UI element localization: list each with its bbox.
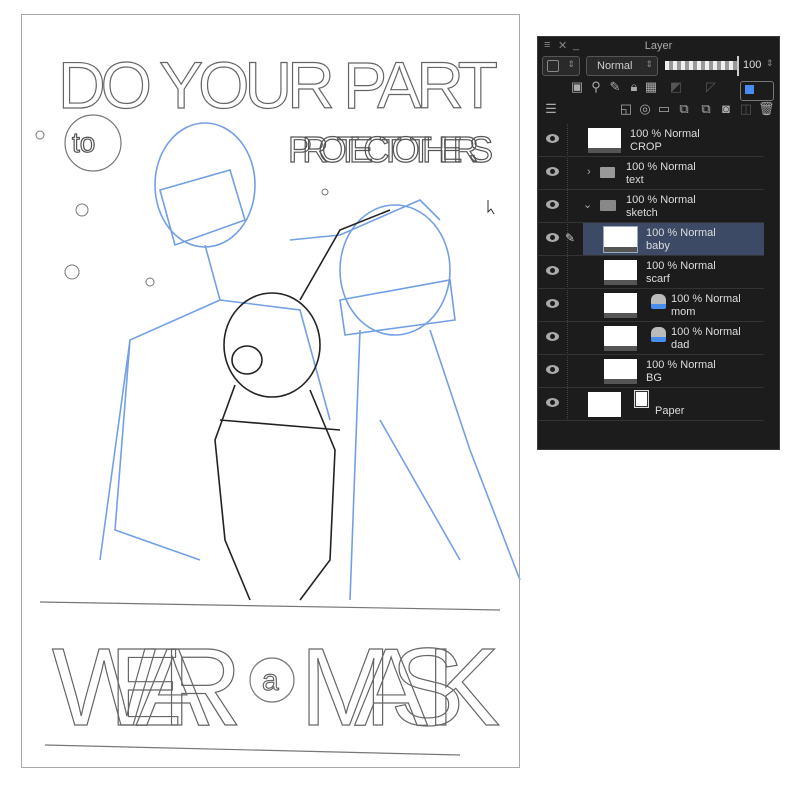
visibility-eye-icon[interactable] xyxy=(546,200,559,209)
opacity-value[interactable]: 100 xyxy=(743,59,761,71)
layer-name: CROP xyxy=(630,141,662,153)
layer-thumbnail xyxy=(604,359,637,384)
layer-row-crop[interactable]: 100 % Normal CROP xyxy=(538,124,764,157)
mask-disable-icon[interactable]: ◩ xyxy=(668,79,684,95)
visibility-eye-icon[interactable] xyxy=(546,299,559,308)
clip-layer-icon[interactable]: ▣ xyxy=(569,79,585,95)
panel-title: Layer xyxy=(644,40,673,52)
vector-layer-icon xyxy=(651,327,666,342)
folder-icon xyxy=(600,167,615,178)
visibility-eye-icon[interactable] xyxy=(546,134,559,143)
layer-info: 100 % Normal xyxy=(630,128,700,140)
layer-row-baby[interactable]: ✎ 100 % Normal baby xyxy=(538,223,764,256)
layer-name: text xyxy=(626,174,644,186)
new-vector-layer-icon[interactable]: ◎ xyxy=(637,101,653,117)
layer-row-dad[interactable]: 100 % Normal dad xyxy=(538,322,764,355)
layer-thumbnail xyxy=(588,128,621,153)
lock-icon[interactable]: 🔒︎ xyxy=(626,79,642,95)
layer-info: 100 % Normal xyxy=(671,326,741,338)
visibility-eye-icon[interactable] xyxy=(546,233,559,242)
visibility-eye-icon[interactable] xyxy=(546,332,559,341)
visibility-eye-icon[interactable] xyxy=(546,398,559,407)
layer-panel: ≡ ✕ _ Layer ⇕ Normal ⇕ 100 ⇕ ▣ ⚲ ✎ 🔒︎ ▦ ◩… xyxy=(537,36,780,450)
chevron-down-icon[interactable]: ⌄ xyxy=(583,199,592,212)
layer-name: mom xyxy=(671,306,696,318)
layer-info: 100 % Normal xyxy=(646,260,716,272)
transfer-down-icon[interactable]: ⧉ xyxy=(676,101,692,117)
visibility-eye-icon[interactable] xyxy=(546,167,559,176)
ruler-disable-icon[interactable]: ◸ xyxy=(703,79,719,95)
layer-name: scarf xyxy=(646,273,670,285)
layer-info: 100 % Normal xyxy=(626,161,696,173)
layer-info: 100 % Normal xyxy=(626,194,696,206)
layer-name: sketch xyxy=(626,207,658,219)
layer-name: dad xyxy=(671,339,690,351)
blend-mode-select[interactable]: Normal ⇕ xyxy=(586,56,658,76)
delete-layer-icon[interactable]: 🗑︎ xyxy=(758,101,775,117)
paper-layer-icon xyxy=(634,390,649,408)
new-raster-layer-icon[interactable]: ◱ xyxy=(618,101,634,117)
layer-thumbnail xyxy=(588,392,621,417)
layer-properties-icon[interactable]: ☰ xyxy=(543,101,559,117)
visibility-eye-icon[interactable] xyxy=(546,365,559,374)
paper-border xyxy=(21,14,520,768)
new-folder-icon[interactable]: ▭ xyxy=(656,101,672,117)
open-folder-icon xyxy=(600,200,616,211)
vector-layer-icon xyxy=(651,294,666,309)
layer-info: 100 % Normal xyxy=(646,359,716,371)
layer-row-mom[interactable]: 100 % Normal mom xyxy=(538,289,764,322)
layer-thumbnail xyxy=(604,326,637,351)
lock-transparency-icon[interactable]: ▦ xyxy=(643,79,659,95)
layer-row-sketch-folder[interactable]: ⌄ 100 % Normal sketch xyxy=(538,190,764,223)
opacity-slider-handle[interactable] xyxy=(737,56,739,76)
merge-down-icon[interactable]: ⧉ xyxy=(698,101,714,117)
layer-thumbnail xyxy=(603,226,638,253)
layer-row-paper[interactable]: Paper xyxy=(538,388,764,421)
layer-name: baby xyxy=(646,240,670,252)
layer-mask-icon[interactable]: ◙ xyxy=(718,101,734,117)
layer-color-button[interactable] xyxy=(740,81,774,101)
visibility-eye-icon[interactable] xyxy=(546,266,559,275)
panel-titlebar[interactable]: ≡ ✕ _ Layer xyxy=(538,37,779,55)
reference-layer-icon[interactable]: ⚲ xyxy=(588,79,604,95)
opacity-slider[interactable] xyxy=(665,61,737,70)
layer-row-text-folder[interactable]: › 100 % Normal text xyxy=(538,157,764,190)
blend-mode-value: Normal xyxy=(597,60,633,72)
draft-layer-icon[interactable]: ✎ xyxy=(607,79,623,95)
layer-name: BG xyxy=(646,372,662,384)
layer-info: 100 % Normal xyxy=(646,227,716,239)
pencil-edit-icon: ✎ xyxy=(565,231,576,245)
layer-thumbnail xyxy=(604,293,637,318)
layer-name: Paper xyxy=(655,405,685,417)
apply-mask-icon[interactable]: ◫ xyxy=(738,101,754,117)
layer-info: 100 % Normal xyxy=(671,293,741,305)
layer-row-scarf[interactable]: 100 % Normal scarf xyxy=(538,256,764,289)
layer-thumbnail xyxy=(604,260,637,285)
chevron-right-icon[interactable]: › xyxy=(587,166,591,179)
blend-color-select[interactable]: ⇕ xyxy=(542,56,580,76)
opacity-stepper[interactable]: ⇕ xyxy=(766,58,774,69)
layer-row-bg[interactable]: 100 % Normal BG xyxy=(538,355,764,388)
